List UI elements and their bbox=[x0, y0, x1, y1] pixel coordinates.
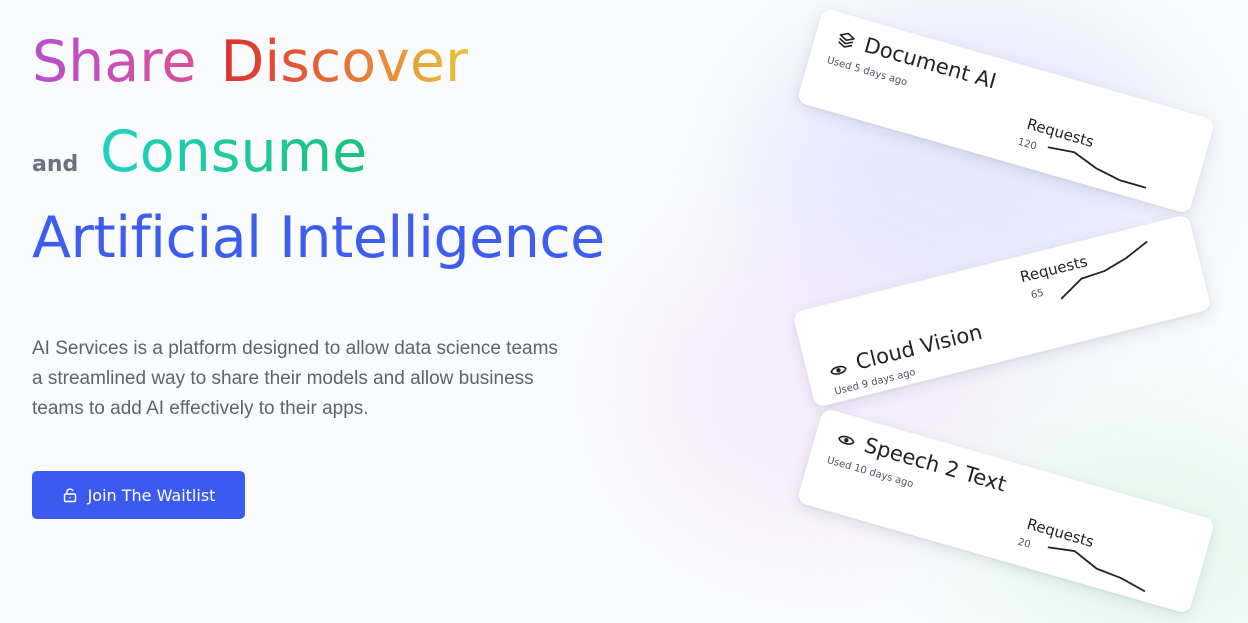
eye-icon bbox=[828, 359, 850, 381]
requests-value: 20 bbox=[1016, 536, 1032, 551]
hero-headline: Share Discover and Consume Artificial In… bbox=[32, 22, 605, 278]
service-card-speech-2-text[interactable]: Speech 2 Text Used 10 days ago Requests … bbox=[796, 407, 1216, 615]
card-title: Cloud Vision bbox=[853, 319, 985, 375]
service-card-document-ai[interactable]: Document AI Used 5 days ago Requests 120 bbox=[796, 7, 1216, 215]
landing-page: Share Discover and Consume Artificial In… bbox=[0, 0, 1248, 623]
eye-icon bbox=[835, 429, 857, 451]
requests-sparkline bbox=[1047, 546, 1146, 592]
requests-sparkline bbox=[1060, 241, 1148, 300]
headline-row-1: Share Discover bbox=[32, 22, 605, 102]
headline-word-discover: Discover bbox=[221, 22, 469, 102]
hero-description: AI Services is a platform designed to al… bbox=[32, 338, 558, 419]
join-waitlist-label: Join The Waitlist bbox=[87, 485, 216, 505]
requests-sparkline bbox=[1047, 146, 1147, 189]
card-title: Document AI bbox=[861, 32, 999, 94]
headline-row-2: and Consume bbox=[32, 112, 605, 192]
headline-word-share: Share bbox=[32, 22, 197, 102]
service-card-cloud-vision[interactable]: Cloud Vision Used 9 days ago Requests 65 bbox=[792, 214, 1212, 408]
join-waitlist-button[interactable]: Join The Waitlist bbox=[32, 471, 245, 519]
requests-value: 65 bbox=[1029, 287, 1045, 302]
headline-artificial-intelligence: Artificial Intelligence bbox=[32, 205, 605, 271]
requests-value: 120 bbox=[1016, 136, 1038, 153]
lock-open-icon bbox=[62, 487, 78, 503]
card-title: Speech 2 Text bbox=[861, 432, 1010, 497]
layers-icon bbox=[835, 29, 857, 51]
headline-connector: and bbox=[32, 152, 79, 177]
headline-word-consume: Consume bbox=[100, 112, 367, 192]
